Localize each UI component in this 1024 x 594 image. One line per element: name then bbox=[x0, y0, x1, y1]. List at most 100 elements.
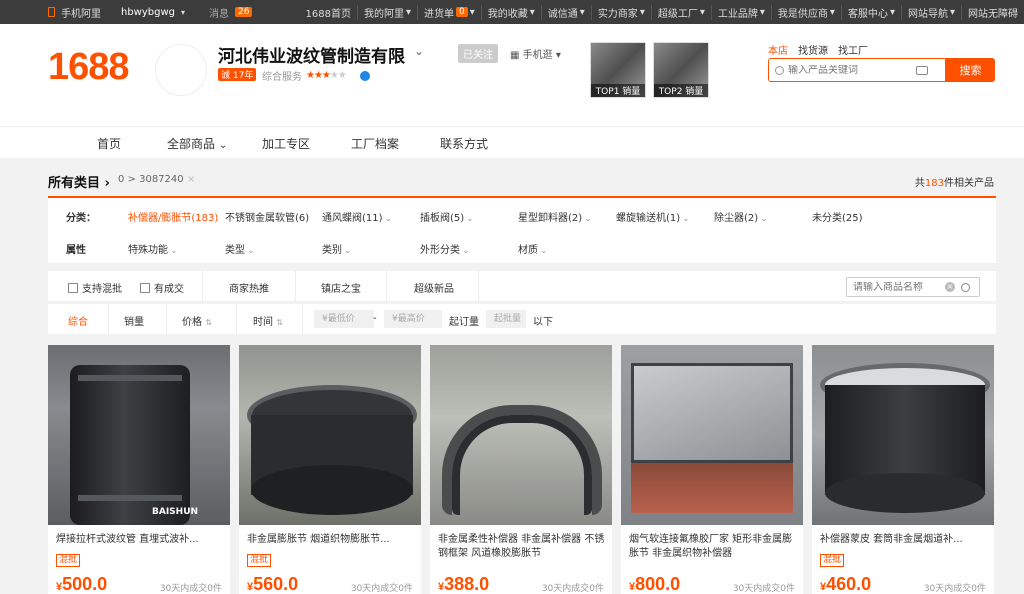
product-search-input[interactable] bbox=[853, 281, 945, 293]
chevron-down-icon[interactable]: ▾ bbox=[181, 8, 185, 17]
messages-link[interactable]: 消息 bbox=[209, 5, 229, 20]
logo[interactable]: 1688 bbox=[48, 46, 130, 89]
divider bbox=[236, 304, 237, 334]
nav-all-products[interactable]: 全部商品 ⌄ bbox=[167, 135, 227, 152]
site-nav-link[interactable]: 网站导航 ▾ bbox=[900, 4, 961, 20]
shop-header: 1688 河北伟业波纹管制造有限 ⌄ 诚 17年 综合服务 ★★★★★ 已关注 … bbox=[0, 24, 1024, 126]
top2-product-thumb[interactable]: TOP2 销量 bbox=[653, 42, 709, 98]
chevron-right-icon: › bbox=[104, 176, 110, 191]
attribute-option[interactable]: 类型 ⌄ bbox=[225, 241, 255, 256]
moq-input[interactable]: 起批量 bbox=[486, 310, 526, 328]
merchant-recommend-link[interactable]: 商家热推 bbox=[229, 280, 269, 295]
company-name[interactable]: 河北伟业波纹管制造有限 bbox=[218, 42, 405, 67]
search-input[interactable] bbox=[788, 64, 912, 76]
sort-bar: 综合 销量 价格 ⇅ 时间 ⇅ ¥最低价 - ¥最高价 起订量 起批量 以下 bbox=[48, 304, 996, 334]
max-price-input[interactable]: ¥最高价 bbox=[384, 310, 442, 328]
strong-merchant-link[interactable]: 实力商家 ▾ bbox=[590, 4, 651, 20]
mixed-batch-checkbox[interactable]: 支持混批 bbox=[68, 280, 122, 295]
shop-treasure-link[interactable]: 镇店之宝 bbox=[321, 280, 361, 295]
chevron-down-icon: ⌄ bbox=[170, 245, 178, 256]
mobile-shop-link[interactable]: ▦ 手机逛 ▾ bbox=[510, 46, 561, 61]
phone-icon[interactable] bbox=[48, 7, 55, 17]
category-option[interactable]: 除尘器(2) ⌄ bbox=[714, 209, 768, 224]
cart-link[interactable]: 进货单 0 ▾ bbox=[416, 4, 481, 20]
category-option[interactable]: 不锈钢金属软管(6) bbox=[225, 209, 309, 224]
sort-sales[interactable]: 销量 bbox=[124, 313, 144, 328]
product-price: ¥500.0 bbox=[56, 574, 108, 594]
home-link[interactable]: 1688首页 bbox=[300, 5, 357, 20]
category-option[interactable]: 插板阀(5) ⌄ bbox=[420, 209, 474, 224]
top1-product-thumb[interactable]: TOP1 销量 bbox=[590, 42, 646, 98]
category-option[interactable]: 星型卸料器(2) ⌄ bbox=[518, 209, 592, 224]
product-image[interactable] bbox=[621, 345, 803, 525]
product-title[interactable]: 非金属膨胀节 烟道织物膨胀节... bbox=[247, 533, 417, 547]
product-card[interactable]: 非金属柔性补偿器 非金属补偿器 不锈钢框架 风道橡胶膨胀节 ¥388.0 30天… bbox=[430, 345, 612, 594]
sort-arrows-icon: ⇅ bbox=[276, 318, 283, 327]
chevron-down-icon: ▾ bbox=[469, 6, 475, 18]
sort-comprehensive[interactable]: 综合 bbox=[68, 313, 88, 328]
product-card[interactable]: 非金属膨胀节 烟道织物膨胀节... 混批 ¥560.0 30天内成交0件 bbox=[239, 345, 421, 594]
favorites-link[interactable]: 我的收藏 ▾ bbox=[480, 4, 541, 20]
followed-button[interactable]: 已关注 bbox=[458, 44, 498, 63]
accessibility-link[interactable]: 网站无障碍 bbox=[961, 4, 1024, 20]
attribute-filter-label: 属性 bbox=[66, 244, 86, 256]
supplier-link[interactable]: 我是供应商 ▾ bbox=[770, 4, 841, 20]
mixed-batch-tag: 混批 bbox=[247, 554, 272, 567]
chevron-down-icon[interactable]: ⌄ bbox=[414, 44, 424, 58]
chengxintong-link[interactable]: 诚信通 ▾ bbox=[540, 4, 591, 20]
super-new-link[interactable]: 超级新品 bbox=[414, 280, 454, 295]
close-icon[interactable]: × bbox=[187, 174, 195, 185]
industrial-brand-link[interactable]: 工业品牌 ▾ bbox=[710, 4, 771, 20]
super-factory-link[interactable]: 超级工厂 ▾ bbox=[650, 4, 711, 20]
chevron-down-icon: ▾ bbox=[699, 6, 705, 18]
category-option[interactable]: 螺旋输送机(1) ⌄ bbox=[616, 209, 690, 224]
shop-nav: 首页 全部商品 ⌄ 加工专区 工厂档案 联系方式 bbox=[0, 126, 1024, 158]
product-title[interactable]: 非金属柔性补偿器 非金属补偿器 不锈钢框架 风道橡胶膨胀节 bbox=[438, 533, 608, 561]
category-option[interactable]: 补偿器/膨胀节(183) bbox=[128, 209, 218, 224]
product-title[interactable]: 补偿器蒙皮 套筒非金属烟道补... bbox=[820, 533, 990, 547]
nav-contact[interactable]: 联系方式 bbox=[440, 135, 488, 152]
mixed-batch-tag: 混批 bbox=[56, 554, 81, 567]
attribute-option[interactable]: 特殊功能 ⌄ bbox=[128, 241, 178, 256]
attribute-option[interactable]: 类别 ⌄ bbox=[322, 241, 352, 256]
nav-processing[interactable]: 加工专区 bbox=[262, 135, 310, 152]
attribute-option[interactable]: 外形分类 ⌄ bbox=[420, 241, 470, 256]
my-ali-link[interactable]: 我的阿里 ▾ bbox=[356, 4, 417, 20]
category-filter-row: 分类： 补偿器/膨胀节(183) 不锈钢金属软管(6) 通风蝶阀(11) ⌄ 插板… bbox=[48, 200, 996, 232]
clear-icon[interactable]: × bbox=[945, 282, 955, 292]
category-path: 0 > 3087240 × bbox=[118, 174, 196, 185]
mobile-ali-link[interactable]: 手机阿里 bbox=[61, 5, 101, 20]
deal-count: 30天内成交0件 bbox=[541, 584, 604, 594]
has-deals-checkbox[interactable]: 有成交 bbox=[140, 280, 184, 295]
product-image[interactable]: BAISHUN bbox=[48, 345, 230, 525]
product-image[interactable] bbox=[430, 345, 612, 525]
tab-find-source[interactable]: 找货源 bbox=[798, 42, 828, 57]
product-title[interactable]: 焊接拉杆式波纹管 直埋式波补... bbox=[56, 533, 226, 547]
product-card[interactable]: 补偿器蒙皮 套筒非金属烟道补... 混批 ¥460.0 30天内成交0件 bbox=[812, 345, 994, 594]
product-price: ¥388.0 bbox=[438, 574, 490, 594]
camera-icon[interactable] bbox=[916, 65, 928, 75]
min-price-input[interactable]: ¥最低价 bbox=[314, 310, 374, 328]
product-card[interactable]: BAISHUN 焊接拉杆式波纹管 直埋式波补... 混批 ¥500.0 30天内… bbox=[48, 345, 230, 594]
chevron-down-icon: ▾ bbox=[555, 50, 561, 61]
deal-count: 30天内成交0件 bbox=[159, 584, 222, 594]
all-categories-title[interactable]: 所有类目 › bbox=[48, 172, 110, 191]
product-title[interactable]: 烟气软连接氟橡胶厂家 矩形非金属膨胀节 非金属织物补偿器 bbox=[629, 533, 799, 561]
product-image[interactable] bbox=[239, 345, 421, 525]
username-link[interactable]: hbwybgwg bbox=[121, 7, 175, 18]
attribute-option[interactable]: 材质 ⌄ bbox=[518, 241, 548, 256]
category-option[interactable]: 通风蝶阀(11) ⌄ bbox=[322, 209, 392, 224]
nav-home[interactable]: 首页 bbox=[97, 135, 121, 152]
search-icon[interactable] bbox=[961, 282, 970, 292]
service-center-link[interactable]: 客服中心 ▾ bbox=[840, 4, 901, 20]
tab-find-factory[interactable]: 找工厂 bbox=[838, 42, 868, 57]
search-button[interactable]: 搜索 bbox=[946, 58, 995, 82]
divider bbox=[302, 304, 303, 334]
sort-price[interactable]: 价格 ⇅ bbox=[182, 313, 212, 328]
product-card[interactable]: 烟气软连接氟橡胶厂家 矩形非金属膨胀节 非金属织物补偿器 ¥800.0 30天内… bbox=[621, 345, 803, 594]
sort-time[interactable]: 时间 ⇅ bbox=[253, 313, 283, 328]
tab-this-shop[interactable]: 本店 bbox=[768, 42, 788, 57]
nav-factory-profile[interactable]: 工厂档案 bbox=[351, 135, 399, 152]
category-option[interactable]: 未分类(25) bbox=[812, 209, 863, 224]
product-image[interactable] bbox=[812, 345, 994, 525]
